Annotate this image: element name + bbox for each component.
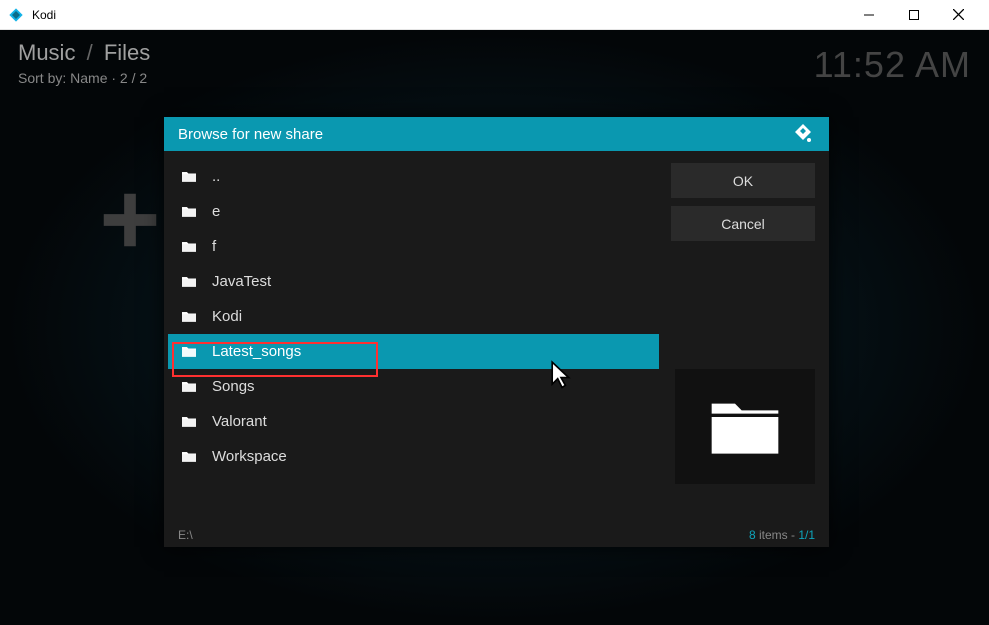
- list-item-label: Latest_songs: [212, 343, 301, 360]
- add-source-plus-icon[interactable]: [95, 185, 165, 255]
- list-item-label: e: [212, 203, 220, 220]
- list-item-label: Valorant: [212, 413, 267, 430]
- item-count: 8 items - 1/1: [749, 528, 815, 542]
- folder-icon: [180, 345, 198, 359]
- list-item-label: Kodi: [212, 308, 242, 325]
- list-item-label: ..: [212, 168, 220, 185]
- list-item-label: Workspace: [212, 448, 287, 465]
- close-button[interactable]: [936, 0, 981, 30]
- breadcrumb-item[interactable]: Files: [104, 40, 150, 65]
- list-item-label: JavaTest: [212, 273, 271, 290]
- list-item[interactable]: Kodi: [168, 299, 659, 334]
- app-area: Music / Files Sort by: Name · 2 / 2 11:5…: [0, 30, 989, 625]
- clock: 11:52 AM: [814, 44, 971, 86]
- breadcrumb: Music / Files: [18, 40, 150, 66]
- dialog-body: .. e f JavaTest Kodi Latest_songs Songs Valoran…: [164, 151, 829, 523]
- window-controls: [846, 0, 981, 30]
- list-item[interactable]: e: [168, 194, 659, 229]
- window-titlebar: Kodi: [0, 0, 989, 30]
- list-item[interactable]: Songs: [168, 369, 659, 404]
- folder-icon: [180, 170, 198, 184]
- list-item-label: f: [212, 238, 216, 255]
- dialog-title: Browse for new share: [178, 126, 791, 143]
- ok-button[interactable]: OK: [671, 163, 815, 198]
- dialog-header: Browse for new share: [164, 117, 829, 151]
- list-item[interactable]: ..: [168, 159, 659, 194]
- list-item[interactable]: JavaTest: [168, 264, 659, 299]
- kodi-icon: [8, 7, 24, 23]
- folder-icon: [180, 380, 198, 394]
- folder-icon: [180, 310, 198, 324]
- breadcrumb-separator: /: [87, 40, 93, 65]
- folder-icon: [180, 205, 198, 219]
- cancel-button[interactable]: Cancel: [671, 206, 815, 241]
- folder-icon: [180, 450, 198, 464]
- kodi-logo-icon: [791, 122, 815, 146]
- breadcrumb-item[interactable]: Music: [18, 40, 75, 65]
- list-item-label: Songs: [212, 378, 255, 395]
- list-item[interactable]: Latest_songs: [168, 334, 659, 369]
- folder-icon: [180, 240, 198, 254]
- folder-icon: [180, 415, 198, 429]
- browse-dialog: Browse for new share .. e f JavaTest Kodi Lat…: [164, 117, 829, 547]
- dialog-footer: E:\ 8 items - 1/1: [164, 523, 829, 547]
- list-item[interactable]: f: [168, 229, 659, 264]
- window-title: Kodi: [32, 8, 846, 22]
- sort-info[interactable]: Sort by: Name · 2 / 2: [18, 70, 147, 86]
- folder-icon: [180, 275, 198, 289]
- minimize-button[interactable]: [846, 0, 891, 30]
- maximize-button[interactable]: [891, 0, 936, 30]
- folder-list[interactable]: .. e f JavaTest Kodi Latest_songs Songs Valoran…: [168, 159, 659, 523]
- folder-preview: [675, 369, 815, 484]
- dialog-sidebar: OK Cancel: [659, 159, 829, 523]
- current-path: E:\: [178, 528, 749, 542]
- list-item[interactable]: Workspace: [168, 439, 659, 474]
- list-item[interactable]: Valorant: [168, 404, 659, 439]
